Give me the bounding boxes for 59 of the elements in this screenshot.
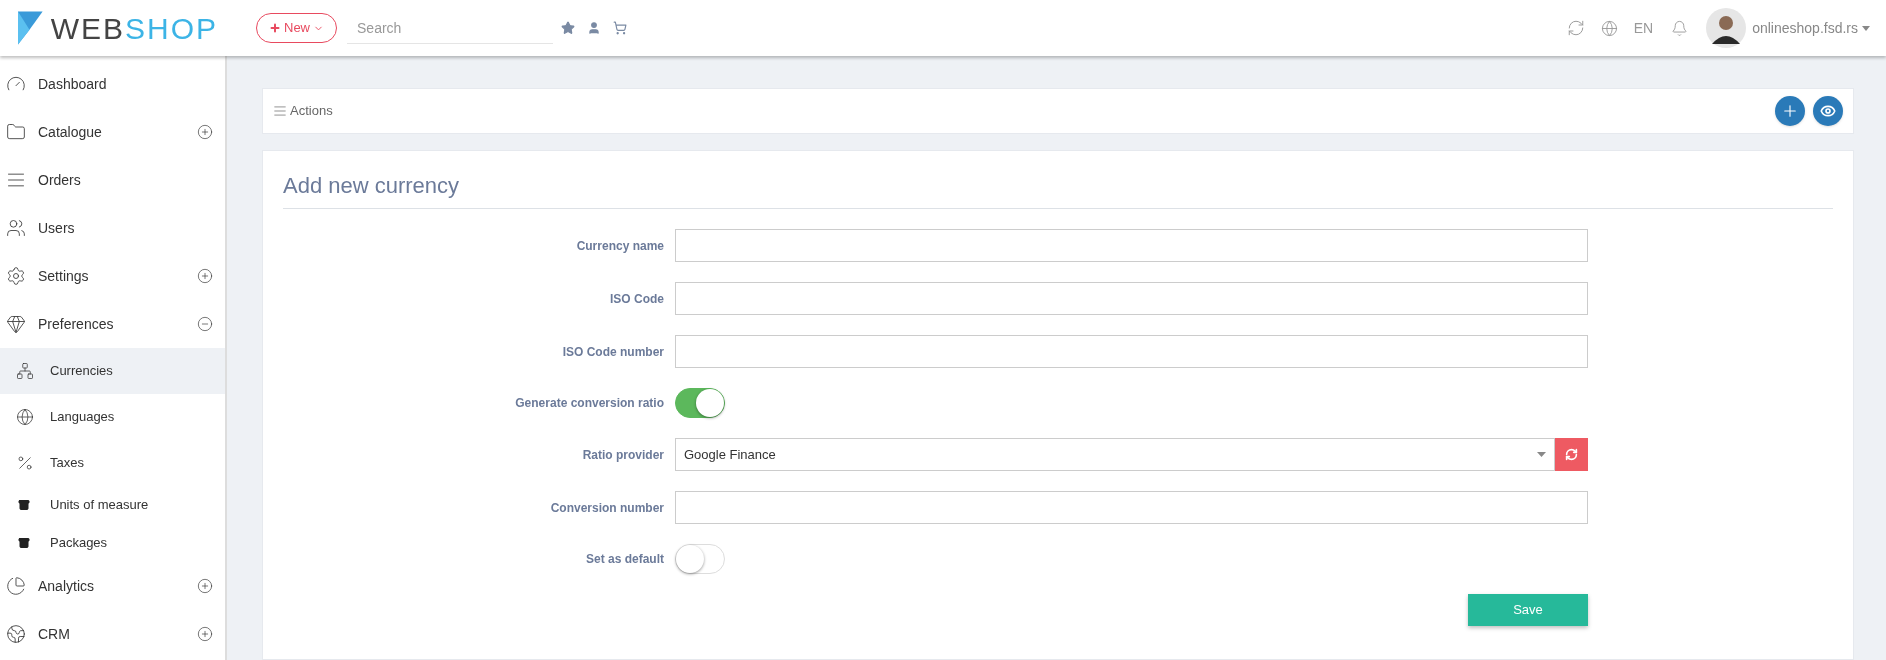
globe-icon (6, 624, 26, 644)
sidebar-item[interactable]: Dashboard (0, 60, 225, 108)
plus-icon (269, 22, 281, 34)
sidebar-item[interactable]: CRM (0, 610, 225, 658)
refresh-icon (1565, 448, 1578, 461)
search-field[interactable]: Search (347, 12, 553, 44)
field-label: ISO Code number (561, 343, 664, 361)
field-label: Generate conversion ratio (514, 395, 664, 412)
avatar[interactable] (1706, 8, 1747, 48)
globe-icon (16, 408, 34, 426)
refresh-icon[interactable] (1566, 19, 1585, 37)
logo[interactable]: WEBSHOP (18, 5, 218, 51)
menu-icon[interactable] (273, 104, 287, 118)
form-title: Add new currency (283, 169, 1833, 209)
toggle-switch[interactable] (675, 388, 725, 418)
globe-icon[interactable] (1600, 19, 1618, 37)
input-field[interactable] (675, 491, 1588, 524)
plus-icon (1781, 102, 1799, 120)
sidebar-subitem[interactable]: Currencies (0, 348, 225, 394)
field-label: Set as default (584, 551, 664, 568)
box-icon (18, 537, 30, 549)
sidebar-subitem[interactable]: Languages (0, 394, 225, 440)
preview-button[interactable] (1813, 96, 1843, 126)
users-icon (6, 218, 26, 238)
pie-chart-icon (6, 576, 26, 596)
sidebar-item[interactable]: Catalogue (0, 108, 225, 156)
sidebar-item[interactable]: Settings (0, 252, 225, 300)
network-icon (16, 362, 34, 380)
user-menu[interactable]: onlineshop.fsd.rs (1752, 17, 1858, 39)
input-field[interactable] (675, 229, 1588, 262)
field-label: ISO Code (609, 290, 664, 308)
field-label: Ratio provider (581, 446, 664, 464)
star-icon[interactable] (561, 21, 575, 35)
field-label: Currency name (575, 237, 664, 255)
sidebar-subitem[interactable]: Taxes (0, 440, 225, 486)
actions-label[interactable]: Actions (290, 101, 1775, 121)
user-icon[interactable] (587, 21, 601, 35)
folder-icon (6, 122, 26, 142)
bell-icon[interactable] (1671, 19, 1689, 37)
sidebar-subitem[interactable]: Packages (0, 524, 225, 562)
input-field[interactable] (675, 282, 1588, 315)
field-label: Conversion number (549, 499, 664, 517)
gear-icon (6, 266, 26, 286)
cart-icon[interactable] (613, 21, 627, 35)
sidebar-item[interactable]: Orders (0, 156, 225, 204)
caret-icon (1537, 452, 1546, 457)
diamond-icon (6, 314, 26, 334)
add-button[interactable] (1775, 96, 1805, 126)
input-field[interactable] (675, 335, 1588, 368)
select-field[interactable]: Google Finance (675, 438, 1555, 471)
eye-icon (1820, 103, 1836, 119)
sidebar-item[interactable]: Preferences (0, 300, 225, 348)
sidebar-item[interactable]: Users (0, 204, 225, 252)
box-icon (18, 499, 30, 511)
caret-icon (1862, 25, 1870, 31)
sidebar-subitem[interactable]: Units of measure (0, 486, 225, 524)
sidebar-item[interactable]: Analytics (0, 562, 225, 610)
percent-icon (16, 454, 34, 472)
refresh-button[interactable] (1555, 438, 1588, 471)
